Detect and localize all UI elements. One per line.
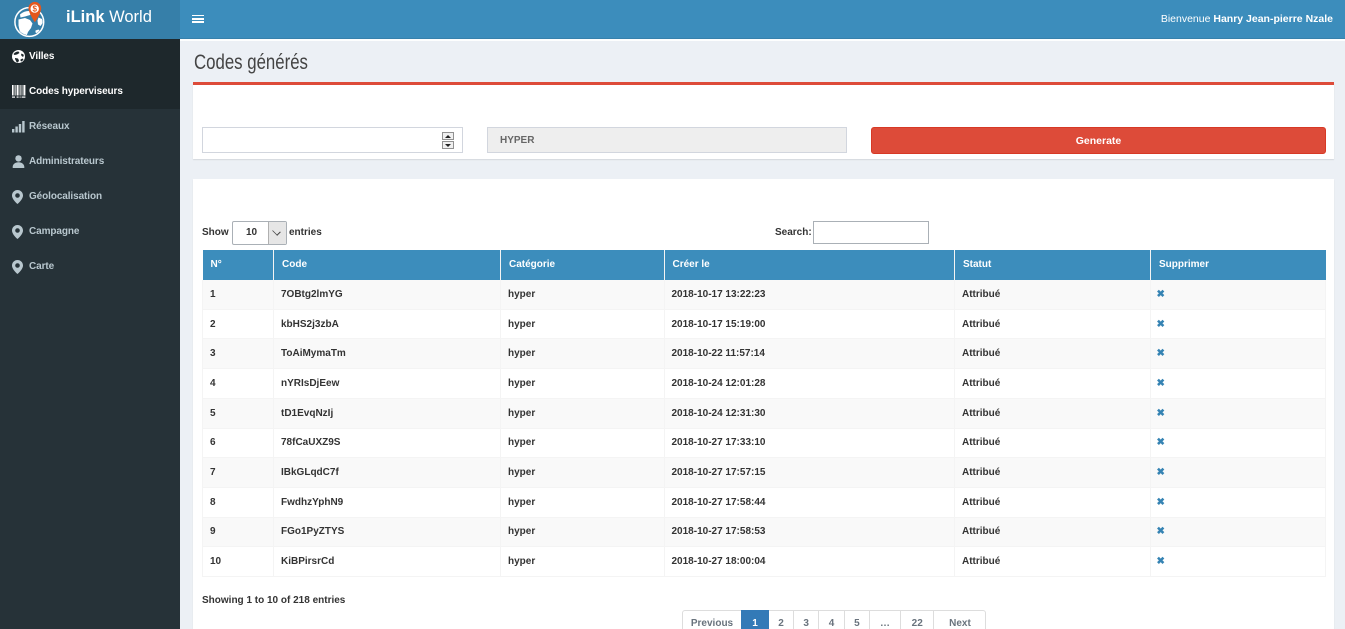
svg-text:$: $ bbox=[32, 5, 37, 14]
